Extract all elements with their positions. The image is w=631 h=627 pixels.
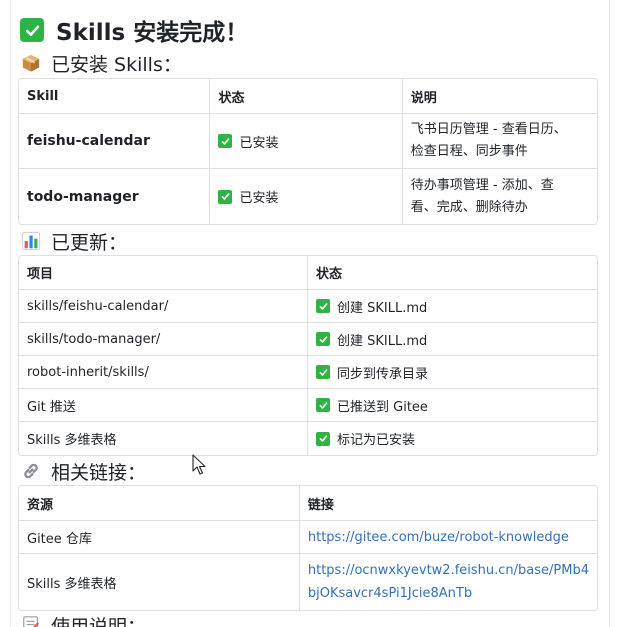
column-header: 链接 bbox=[299, 486, 597, 521]
check-box-icon bbox=[218, 189, 233, 204]
right-divider bbox=[609, 0, 610, 627]
section-usage-title: 使用说明： bbox=[51, 615, 147, 627]
updated-items-table: 项目 状态 skills/feishu-calendar/ 创建 SKILL.m… bbox=[18, 255, 598, 456]
gitee-repo-link[interactable]: https://gitee.com/buze/robot-knowledge bbox=[308, 530, 569, 545]
status-text: 创建 SKILL.md bbox=[337, 333, 428, 349]
skill-name: todo-manager bbox=[19, 169, 211, 224]
installed-skills-table: Skill 状态 说明 feishu-calendar 已安装 飞书日历管理 -… bbox=[18, 78, 598, 225]
section-links-title: 相关链接： bbox=[51, 461, 147, 484]
description-cell: 待办事项管理 - 添加、查 看、完成、删除待办 bbox=[403, 169, 597, 224]
check-box-icon bbox=[316, 431, 330, 446]
title-text: Skills 安装完成！ bbox=[56, 20, 249, 46]
section-updated-title: 已更新： bbox=[51, 231, 128, 254]
section-usage-heading: 使用说明： bbox=[20, 611, 146, 627]
status-cell: 创建 SKILL.md bbox=[308, 290, 597, 323]
message-title: Skills 安装完成！ bbox=[20, 14, 248, 46]
bitable-link[interactable]: https://ocnwxkyevtw2.feishu.cn/base/PMb4… bbox=[308, 559, 589, 605]
check-box-icon bbox=[316, 398, 330, 412]
link-icon bbox=[20, 460, 42, 482]
table-row: Skills 多维表格 https://ocnwxkyevtw2.feishu.… bbox=[19, 554, 597, 610]
status-text: 已推送到 Gitee bbox=[337, 399, 428, 415]
item-cell: Git 推送 bbox=[19, 389, 308, 422]
item-cell: Skills 多维表格 bbox=[19, 422, 308, 455]
memo-icon bbox=[20, 614, 42, 627]
status-cell: 已安装 bbox=[210, 114, 403, 169]
link-cell: https://gitee.com/buze/robot-knowledge bbox=[299, 521, 597, 554]
status-text: 同步到传承目录 bbox=[337, 366, 429, 382]
item-cell: robot-inherit/skills/ bbox=[19, 356, 308, 389]
table-row: Skills 多维表格 标记为已安装 bbox=[19, 422, 597, 455]
skill-name: feishu-calendar bbox=[19, 114, 211, 169]
table-header-row: Skill 状态 说明 bbox=[19, 79, 597, 114]
table-header-row: 项目 状态 bbox=[19, 256, 597, 290]
column-header: 说明 bbox=[402, 79, 597, 114]
link-cell: https://ocnwxkyevtw2.feishu.cn/base/PMb4… bbox=[300, 554, 597, 610]
table-header-row: 资源 链接 bbox=[19, 486, 597, 521]
table-row: robot-inherit/skills/ 同步到传承目录 bbox=[19, 356, 597, 389]
column-header: Skill bbox=[19, 79, 211, 114]
status-cell: 已安装 bbox=[210, 169, 403, 224]
status-text: 标记为已安装 bbox=[337, 433, 416, 448]
bar-chart-icon bbox=[20, 230, 42, 252]
description-line: 待办事项管理 - 添加、查 bbox=[410, 177, 554, 193]
description-line: 飞书日历管理 - 查看日历、 bbox=[410, 122, 567, 137]
section-links-heading: 相关链接： bbox=[20, 457, 146, 485]
column-header: 状态 bbox=[308, 256, 597, 290]
link-line[interactable]: bjOKsavcr4sPi1Jcie8AnTb bbox=[308, 582, 589, 605]
section-updated-heading: 已更新： bbox=[20, 227, 127, 255]
status-cell: 创建 SKILL.md bbox=[308, 323, 597, 356]
table-row: feishu-calendar 已安装 飞书日历管理 - 查看日历、 检查日程、… bbox=[19, 114, 597, 169]
check-box-icon bbox=[316, 299, 330, 313]
description-line: 检查日程、同步事件 bbox=[410, 144, 528, 159]
status-cell: 已推送到 Gitee bbox=[308, 389, 597, 422]
description-cell: 飞书日历管理 - 查看日历、 检查日程、同步事件 bbox=[402, 114, 597, 169]
status-text: 已安装 bbox=[239, 191, 279, 206]
status-cell: 同步到传承目录 bbox=[308, 356, 597, 389]
status-cell: 标记为已安装 bbox=[308, 422, 597, 455]
related-links-table: 资源 链接 Gitee 仓库 https://gitee.com/buze/ro… bbox=[18, 485, 598, 611]
table-row: todo-manager 已安装 待办事项管理 - 添加、查 看、完成、删除待办 bbox=[19, 169, 597, 224]
check-box-icon bbox=[316, 365, 330, 379]
description-line: 看、完成、删除待办 bbox=[410, 199, 528, 215]
table-row: Git 推送 已推送到 Gitee bbox=[19, 389, 597, 422]
left-divider bbox=[10, 0, 11, 627]
resource-cell: Skills 多维表格 bbox=[19, 554, 300, 610]
link-line[interactable]: https://ocnwxkyevtw2.feishu.cn/base/PMb4 bbox=[308, 559, 589, 582]
package-icon bbox=[20, 52, 42, 74]
check-box-icon bbox=[316, 332, 330, 346]
section-installed-heading: 已安装 Skills： bbox=[20, 49, 182, 77]
resource-cell: Gitee 仓库 bbox=[19, 521, 300, 554]
item-cell: skills/feishu-calendar/ bbox=[19, 290, 308, 323]
check-box-icon bbox=[20, 18, 44, 42]
table-row: Gitee 仓库 https://gitee.com/buze/robot-kn… bbox=[19, 521, 597, 554]
status-text: 创建 SKILL.md bbox=[337, 300, 428, 316]
column-header: 资源 bbox=[19, 486, 300, 521]
check-box-icon bbox=[218, 134, 233, 148]
column-header: 状态 bbox=[210, 79, 403, 114]
section-installed-title: 已安装 Skills： bbox=[51, 53, 182, 76]
item-cell: skills/todo-manager/ bbox=[19, 323, 308, 356]
chat-message: Skills 安装完成！ 已安装 Skills： Skill 状态 说明 fei… bbox=[0, 0, 631, 627]
mouse-cursor-icon bbox=[192, 454, 206, 475]
status-text: 已安装 bbox=[239, 135, 279, 151]
table-row: skills/todo-manager/ 创建 SKILL.md bbox=[19, 323, 597, 356]
column-header: 项目 bbox=[19, 256, 308, 290]
table-row: skills/feishu-calendar/ 创建 SKILL.md bbox=[19, 290, 597, 323]
